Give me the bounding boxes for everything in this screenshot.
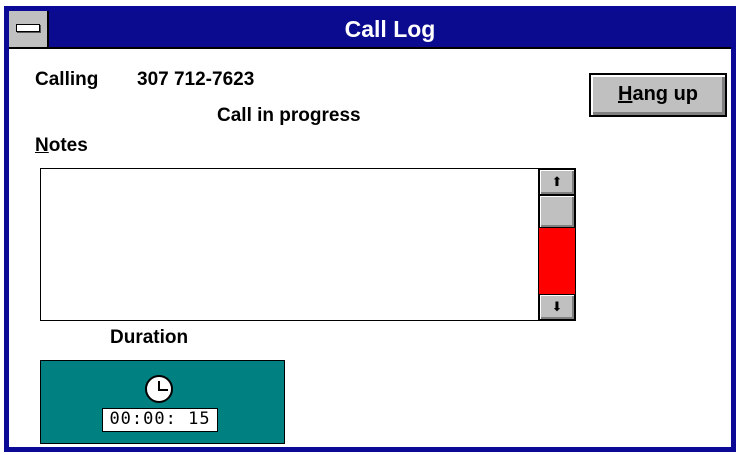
hang-up-accelerator: H: [618, 83, 633, 105]
scroll-up-button[interactable]: ⬆: [539, 169, 575, 195]
notes-label-text: otes: [48, 135, 88, 156]
hang-up-button[interactable]: Hang up: [589, 73, 727, 117]
duration-readout: 00:00: 15: [102, 408, 218, 432]
clock-icon: [145, 375, 173, 403]
phone-number: 307 712-7623: [137, 69, 255, 90]
clock-minute-hand: [159, 389, 168, 391]
window-title: Call Log: [344, 16, 436, 42]
arrow-up-icon: ⬆: [551, 174, 563, 189]
notes-label: Notes: [35, 135, 88, 157]
system-menu-icon: [16, 24, 40, 32]
notes-box: ⬆ ⬇: [40, 168, 576, 321]
calling-label: Calling: [35, 69, 99, 90]
hang-up-label: ang up: [632, 83, 698, 105]
notes-scrollbar[interactable]: ⬆ ⬇: [538, 169, 575, 320]
arrow-down-icon: ⬇: [551, 299, 563, 314]
call-status: Call in progress: [217, 105, 361, 126]
scroll-down-button[interactable]: ⬇: [539, 294, 575, 320]
notes-accelerator: N: [35, 135, 49, 156]
title-bar: Call Log: [9, 11, 731, 49]
duration-timer-panel: 00:00: 15: [40, 360, 285, 444]
system-menu-button[interactable]: [9, 11, 49, 47]
call-log-window: Call Log Calling 307 712-7623 Call in pr…: [4, 6, 736, 452]
notes-textarea[interactable]: [41, 169, 538, 320]
scroll-thumb[interactable]: [539, 195, 575, 228]
duration-label: Duration: [110, 327, 189, 348]
